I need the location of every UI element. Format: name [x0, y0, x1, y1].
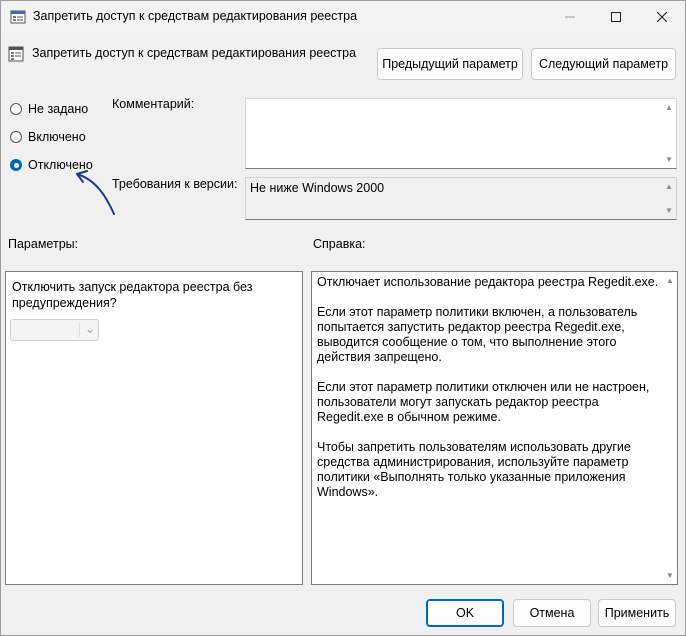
scroll-up-icon[interactable]: ▲: [666, 276, 674, 285]
maximize-icon: [611, 12, 621, 22]
help-text: Отключает использование редактора реестр…: [317, 275, 662, 515]
title-bar[interactable]: Запретить доступ к средствам редактирова…: [1, 1, 685, 33]
radio-label: Включено: [28, 130, 86, 144]
help-panel: Отключает использование редактора реестр…: [311, 271, 678, 585]
radio-button[interactable]: [10, 103, 22, 115]
comment-textarea[interactable]: ▲ ▼: [245, 98, 677, 169]
annotation-arrow-icon: [76, 170, 115, 215]
policy-icon: [8, 46, 24, 62]
requirements-field: Не ниже Windows 2000 ▲ ▼: [245, 177, 677, 220]
close-button[interactable]: [639, 1, 685, 33]
cancel-button[interactable]: Отмена: [513, 599, 591, 627]
window-title: Запретить доступ к средствам редактирова…: [33, 9, 358, 23]
policy-settings-icon: [10, 10, 26, 24]
help-paragraph: Отключает использование редактора реестр…: [317, 275, 659, 289]
ok-button[interactable]: OK: [426, 599, 504, 627]
params-label: Параметры:: [8, 237, 79, 251]
policy-dialog: Запретить доступ к средствам редактирова…: [0, 0, 686, 636]
apply-button[interactable]: Применить: [598, 599, 676, 627]
radio-enabled[interactable]: Включено: [10, 130, 86, 144]
radio-label: Не задано: [28, 102, 89, 116]
radio-not-configured[interactable]: Не задано: [10, 102, 88, 116]
scroll-down-icon[interactable]: ▼: [665, 206, 673, 215]
radio-button[interactable]: [10, 131, 22, 143]
scroll-up-icon[interactable]: ▲: [665, 103, 673, 112]
option-dropdown[interactable]: ⌄: [10, 319, 99, 341]
scroll-down-icon[interactable]: ▼: [666, 571, 674, 580]
minimize-button[interactable]: [547, 1, 593, 33]
maximize-button[interactable]: [593, 1, 639, 33]
options-panel: Отключить запуск редактора реестра без п…: [5, 271, 303, 585]
scroll-up-icon[interactable]: ▲: [665, 182, 673, 191]
requirements-value: Не ниже Windows 2000: [250, 181, 385, 195]
help-label: Справка:: [313, 237, 366, 251]
radio-button-checked[interactable]: [10, 159, 22, 171]
minimize-icon: [565, 16, 575, 18]
help-scrollbar[interactable]: ▲ ▼: [663, 272, 677, 584]
chevron-down-icon: ⌄: [84, 322, 95, 336]
policy-name: Запретить доступ к средствам редактирова…: [32, 46, 357, 60]
previous-setting-button[interactable]: Предыдущий параметр: [377, 48, 523, 80]
option-label: Отключить запуск редактора реестра без п…: [12, 280, 253, 310]
help-paragraph: Если этот параметр политики отключен или…: [317, 380, 650, 424]
help-paragraph: Чтобы запретить пользователям использова…: [317, 440, 631, 499]
comment-scrollbar[interactable]: ▲ ▼: [662, 99, 676, 168]
requirements-scrollbar[interactable]: ▲ ▼: [662, 178, 676, 219]
help-paragraph: Если этот параметр политики включен, а п…: [317, 305, 638, 364]
next-setting-button[interactable]: Следующий параметр: [531, 48, 676, 80]
requirements-label: Требования к версии:: [112, 177, 238, 191]
close-icon: [657, 12, 667, 22]
scroll-down-icon[interactable]: ▼: [665, 155, 673, 164]
comment-label: Комментарий:: [112, 97, 195, 111]
